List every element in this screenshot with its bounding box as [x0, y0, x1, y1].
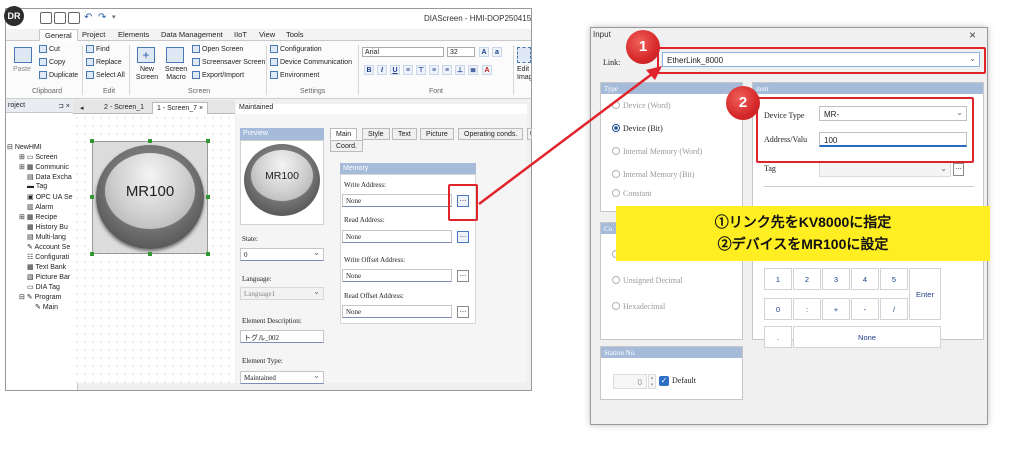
callout-line-1: ①リンク先をKV8000に指定 [714, 214, 892, 230]
step-1-badge: 1 [626, 30, 660, 64]
device-highlight [756, 97, 974, 163]
step-2-badge: 2 [726, 86, 760, 120]
link-highlight [657, 47, 986, 74]
instruction-callout: ①リンク先をKV8000に指定 ②デバイスをMR100に設定 [616, 206, 990, 261]
app-logo: DR [4, 6, 24, 26]
callout-line-2: ②デバイスをMR100に設定 [717, 236, 889, 252]
